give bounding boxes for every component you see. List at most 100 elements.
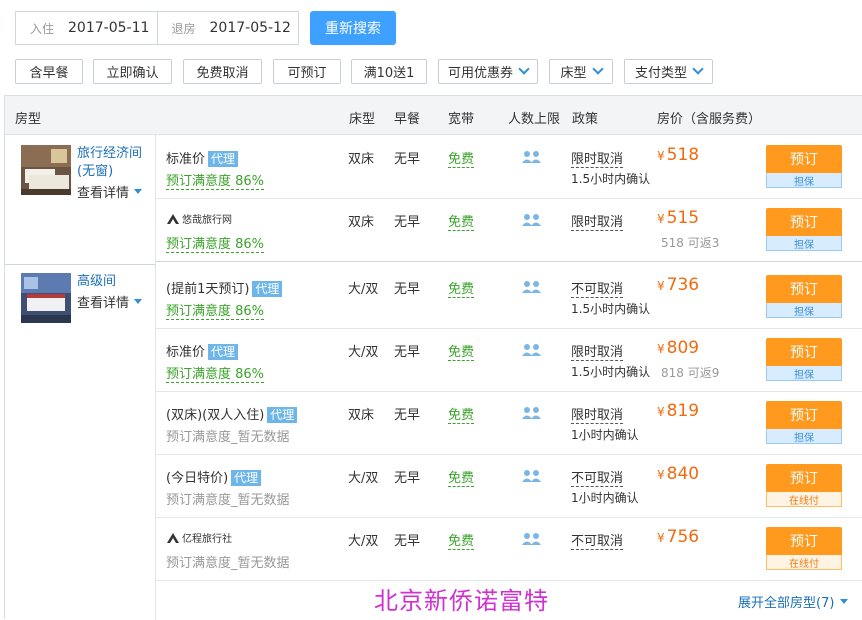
- broadband-info[interactable]: 免费: [448, 471, 475, 487]
- satisfaction-rate[interactable]: 预订满意度 86%: [166, 304, 265, 320]
- satisfaction-wrap: 预订满意度 86%: [166, 363, 265, 383]
- confirm-time: 1小时内确认: [571, 491, 639, 505]
- offer-title: (双床)(双人入住) 代理: [166, 404, 298, 423]
- two-person-icon[interactable]: [522, 406, 542, 420]
- book-button[interactable]: 预订 担保: [766, 338, 842, 381]
- filter-breakfast[interactable]: 含早餐: [15, 59, 83, 84]
- cancel-policy[interactable]: 限时取消: [571, 152, 624, 168]
- satisfaction-wrap: 预订满意度 86%: [166, 300, 265, 320]
- satisfaction-wrap: 预订满意度 86%: [166, 233, 265, 253]
- room-photo[interactable]: [21, 273, 71, 323]
- book-button[interactable]: 预订 在线付: [766, 464, 842, 507]
- supplier-name: 亿程旅行社: [182, 534, 232, 545]
- cancel-policy[interactable]: 不可取消: [571, 282, 624, 298]
- filter-bed-type[interactable]: 床型: [549, 59, 613, 84]
- book-label: 预订: [766, 145, 842, 173]
- filter-label: 含早餐: [29, 66, 69, 81]
- book-button[interactable]: 预订 在线付: [766, 527, 842, 570]
- room-group-superior: 高级间 查看详情: [5, 265, 156, 620]
- policy-wrap: 限时取消: [571, 404, 624, 424]
- book-button[interactable]: 预订 担保: [766, 275, 842, 318]
- checkin-field[interactable]: 入住 2017-05-11: [16, 12, 157, 44]
- currency-symbol: ¥: [657, 468, 665, 482]
- broadband-info[interactable]: 免费: [448, 534, 475, 550]
- two-person-icon[interactable]: [522, 213, 542, 227]
- room-photo[interactable]: [21, 145, 71, 195]
- supplier-name: 悠哉旅行网: [182, 215, 232, 226]
- breakfast-info: 无早: [394, 471, 421, 486]
- two-person-icon[interactable]: [522, 469, 542, 483]
- breakfast-info: 无早: [394, 152, 421, 167]
- offer-title-text: (双床)(双人入住): [166, 408, 265, 423]
- price-wrap: ¥518: [657, 145, 699, 165]
- expand-all-link[interactable]: 展开全部房型(7): [738, 592, 849, 611]
- book-label: 预订: [766, 401, 842, 429]
- book-button[interactable]: 预订 担保: [766, 208, 842, 251]
- offer-title-text: 标准价: [166, 152, 206, 167]
- broadband-info[interactable]: 免费: [448, 152, 475, 168]
- bed-type: 大/双: [348, 282, 379, 297]
- book-label: 预订: [766, 275, 842, 303]
- book-button[interactable]: 预订 担保: [766, 401, 842, 444]
- filter-coupon[interactable]: 可用优惠券: [438, 59, 538, 84]
- agent-badge: 代理: [252, 281, 283, 297]
- checkin-label: 入住: [30, 21, 55, 36]
- two-person-icon[interactable]: [522, 280, 542, 294]
- policy-wrap: 不可取消: [571, 278, 624, 298]
- offer-row: 悠哉旅行网 预订满意度 86% 双床 无早 免费 限时取消 ¥515 518 可返3 预…: [156, 199, 862, 262]
- filter-free-cancel[interactable]: 免费取消: [183, 59, 262, 84]
- offer-row: 亿程旅行社 预订满意度_暂无数据 大/双 无早 免费 不可取消 ¥756 预订 在线付: [156, 518, 862, 581]
- filter-instant-confirm[interactable]: 立即确认: [93, 59, 172, 84]
- cancel-policy[interactable]: 限时取消: [571, 345, 624, 361]
- payment-badge: 担保: [766, 303, 842, 318]
- broadband-info[interactable]: 免费: [448, 215, 475, 231]
- filter-payment-type[interactable]: 支付类型: [624, 59, 713, 84]
- offer-row: 标准价 代理 预订满意度 86% 双床 无早 免费 限时取消 1.5小时内确认 ¥518 …: [156, 136, 862, 199]
- confirm-time: 1小时内确认: [571, 428, 639, 442]
- breakfast-info: 无早: [394, 534, 421, 549]
- filter-bookable[interactable]: 可预订: [273, 59, 341, 84]
- broadband-info[interactable]: 免费: [448, 345, 475, 361]
- header-room: 房型: [15, 112, 42, 127]
- broadband-info[interactable]: 免费: [448, 408, 475, 424]
- room-name[interactable]: 高级间: [77, 273, 147, 291]
- supplier-logo: 悠哉旅行网: [166, 211, 232, 226]
- agent-badge: 代理: [208, 151, 239, 167]
- cancel-policy[interactable]: 不可取消: [571, 471, 624, 487]
- broadband-wrap: 免费: [448, 404, 475, 424]
- header-policy: 政策: [572, 112, 599, 127]
- watermark-text: 北京新侨诺富特: [374, 587, 549, 615]
- room-detail-link[interactable]: 查看详情: [77, 182, 143, 201]
- book-label: 预订: [766, 527, 842, 555]
- satisfaction-nodata: 预订满意度_暂无数据: [166, 493, 290, 508]
- two-person-icon[interactable]: [522, 532, 542, 546]
- filter-promo[interactable]: 满10送1: [351, 59, 427, 84]
- room-group-economy: 旅行经济间(无窗) 查看详情: [5, 135, 156, 265]
- cancel-policy[interactable]: 限时取消: [571, 408, 624, 424]
- price-wrap: ¥515: [657, 208, 699, 228]
- research-button[interactable]: 重新搜索: [310, 11, 396, 45]
- checkin-value: 2017-05-11: [68, 20, 150, 36]
- room-detail-link[interactable]: 查看详情: [77, 292, 143, 311]
- checkout-field[interactable]: 退房 2017-05-12: [156, 12, 299, 44]
- confirm-time: 1.5小时内确认: [571, 365, 651, 379]
- book-button[interactable]: 预订 担保: [766, 145, 842, 188]
- cancel-policy[interactable]: 不可取消: [571, 534, 624, 550]
- room-name[interactable]: 旅行经济间(无窗): [77, 145, 147, 181]
- room-detail-label: 查看详情: [77, 296, 130, 311]
- broadband-wrap: 免费: [448, 148, 475, 168]
- price-value: 518: [666, 145, 700, 165]
- satisfaction-rate[interactable]: 预订满意度 86%: [166, 367, 265, 383]
- two-person-icon[interactable]: [522, 150, 542, 164]
- satisfaction-rate[interactable]: 预订满意度 86%: [166, 174, 265, 190]
- satisfaction-rate[interactable]: 预订满意度 86%: [166, 237, 265, 253]
- cancel-policy[interactable]: 限时取消: [571, 215, 624, 231]
- book-label: 预订: [766, 338, 842, 366]
- filter-label: 支付类型: [634, 66, 687, 81]
- broadband-info[interactable]: 免费: [448, 282, 475, 298]
- filter-label: 床型: [560, 66, 587, 81]
- supplier-logo-icon: [167, 532, 179, 543]
- two-person-icon[interactable]: [522, 343, 542, 357]
- filter-label: 可预订: [287, 66, 327, 81]
- payment-badge: 担保: [766, 236, 842, 251]
